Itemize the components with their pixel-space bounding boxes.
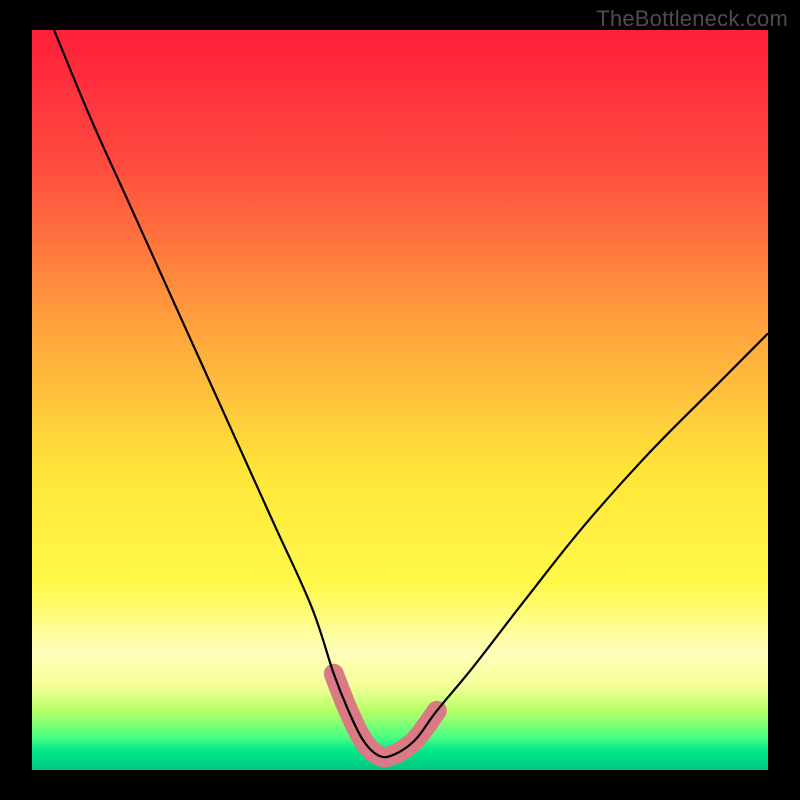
watermark-text: TheBottleneck.com — [596, 6, 788, 32]
bottleneck-chart — [0, 0, 800, 800]
plot-background — [32, 30, 768, 770]
chart-frame: TheBottleneck.com — [0, 0, 800, 800]
